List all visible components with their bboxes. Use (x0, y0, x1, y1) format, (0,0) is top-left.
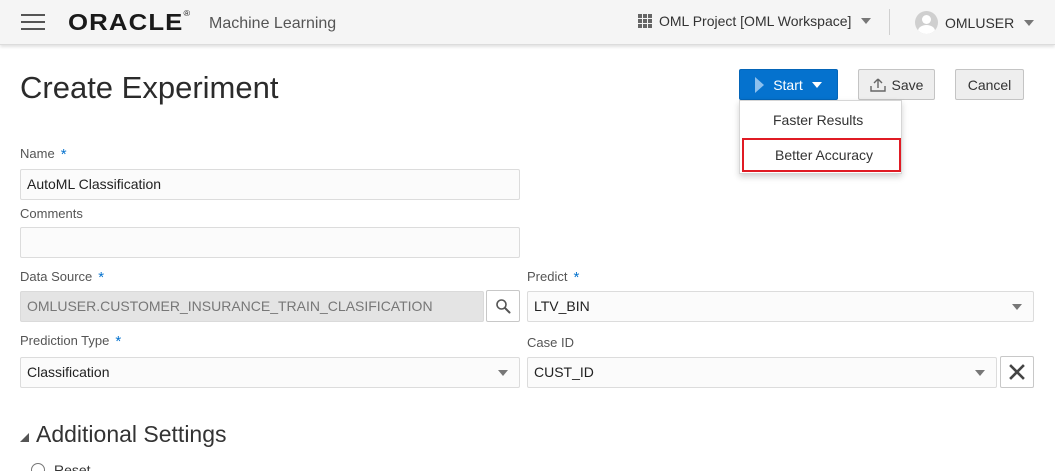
cancel-button[interactable]: Cancel (955, 69, 1024, 100)
data-source-label: Data Source * (20, 269, 105, 286)
case-id-select-value: CUST_ID (534, 364, 594, 380)
chevron-down-icon (861, 18, 872, 24)
case-id-label: Case ID (527, 335, 574, 350)
name-label: Name * (20, 146, 67, 163)
prediction-type-select[interactable]: Classification (20, 357, 520, 388)
name-input[interactable]: AutoML Classification (20, 169, 520, 200)
save-button-label: Save (891, 76, 924, 93)
start-button[interactable]: Start (739, 69, 838, 100)
menu-item-faster-results[interactable]: Faster Results (740, 103, 901, 137)
case-id-clear-button[interactable] (1000, 356, 1034, 388)
oracle-logo: ORACLE® (68, 9, 192, 35)
app-header: ORACLE® Machine Learning OML Project [OM… (0, 0, 1055, 45)
chevron-down-icon (498, 370, 508, 376)
product-name: Machine Learning (209, 15, 337, 32)
prediction-type-label: Prediction Type * (20, 333, 122, 350)
project-selector-label: OML Project [OML Workspace] (659, 13, 852, 29)
reset-radio[interactable] (31, 463, 45, 471)
additional-settings-title: Additional Settings (36, 421, 227, 447)
comments-label: Comments (20, 206, 83, 221)
predict-select-value: LTV_BIN (534, 298, 590, 314)
data-source-search-button[interactable] (486, 290, 520, 322)
search-icon (496, 299, 511, 314)
reset-radio-label: Reset (54, 462, 91, 471)
chevron-down-icon (1024, 19, 1035, 26)
start-button-label: Start (773, 76, 803, 93)
project-selector[interactable]: OML Project [OML Workspace] (638, 13, 872, 29)
predict-select[interactable]: LTV_BIN (527, 291, 1034, 322)
upload-icon (869, 78, 886, 92)
predict-label: Predict * (527, 269, 580, 286)
additional-settings-toggle[interactable]: Additional Settings (20, 421, 227, 448)
chevron-down-icon (1012, 304, 1022, 310)
avatar-icon (915, 11, 938, 34)
case-id-select[interactable]: CUST_ID (527, 357, 997, 388)
required-marker: * (60, 146, 67, 163)
page-title: Create Experiment (20, 70, 279, 105)
data-source-input: OMLUSER.CUSTOMER_INSURANCE_TRAIN_CLASIFI… (20, 291, 484, 322)
user-name: OMLUSER (945, 14, 1015, 31)
prediction-type-select-value: Classification (27, 364, 110, 380)
play-icon (755, 76, 765, 93)
chevron-down-icon (811, 81, 822, 88)
user-menu[interactable]: OMLUSER (915, 11, 1035, 34)
required-marker: * (573, 269, 580, 286)
close-icon (1009, 364, 1025, 380)
grid-icon (638, 14, 652, 28)
save-button[interactable]: Save (858, 69, 935, 100)
menu-item-better-accuracy[interactable]: Better Accuracy (742, 138, 901, 172)
required-marker: * (98, 269, 105, 286)
required-marker: * (115, 333, 122, 350)
start-dropdown-menu: Faster Results Better Accuracy (739, 100, 902, 174)
comments-input[interactable] (20, 227, 520, 258)
triangle-collapse-icon (20, 433, 29, 442)
hamburger-icon[interactable] (21, 14, 45, 30)
chevron-down-icon (975, 370, 985, 376)
header-divider (889, 9, 890, 35)
